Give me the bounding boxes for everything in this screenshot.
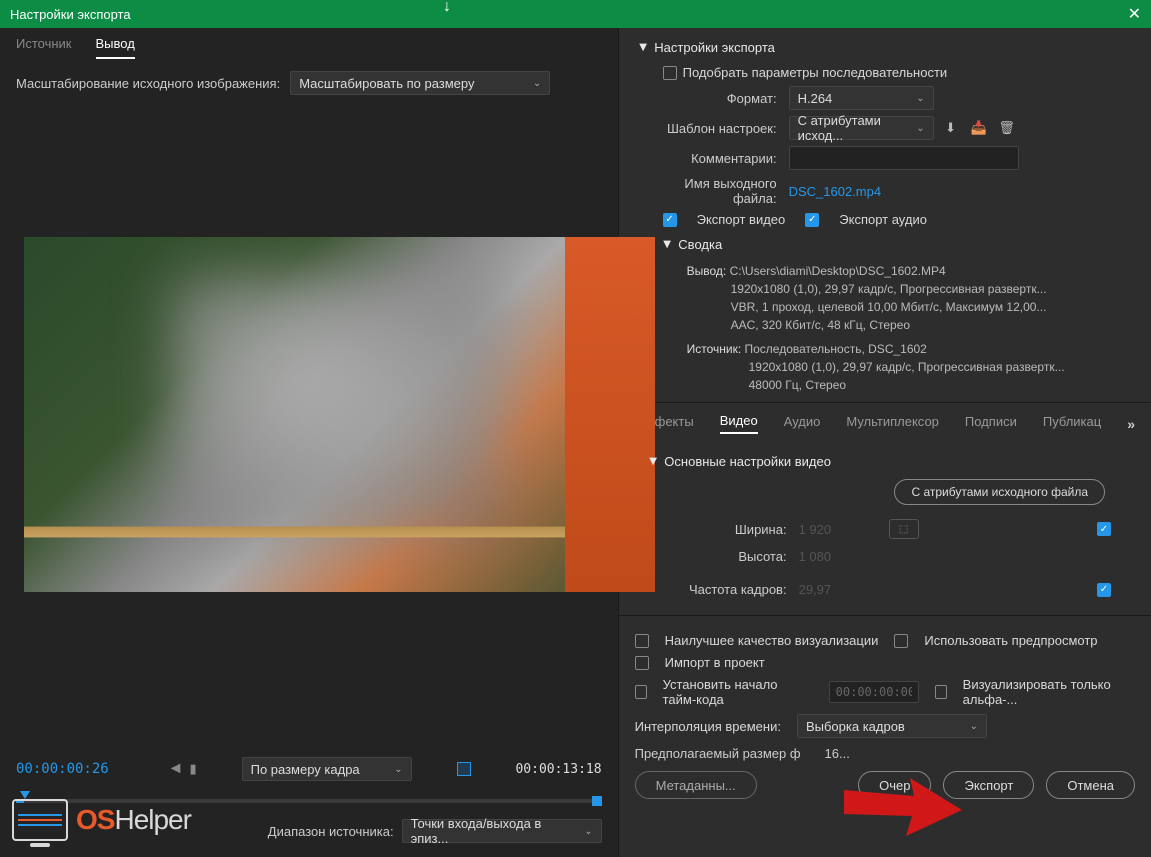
format-dropdown[interactable]: H.264⌄	[789, 86, 934, 110]
tab-source[interactable]: Источник	[16, 36, 72, 59]
playhead-icon[interactable]	[20, 791, 30, 799]
preview-tabs: Источник Вывод	[0, 28, 618, 59]
scale-dropdown[interactable]: Масштабировать по размеру⌄	[290, 71, 550, 95]
triangle-left-icon[interactable]: ◄	[168, 760, 184, 778]
import-preset-icon[interactable]: 📥	[968, 117, 990, 139]
scale-label: Масштабирование исходного изображения:	[16, 76, 280, 91]
summary-header[interactable]: ▶Сводка	[663, 237, 1135, 252]
timecode-input[interactable]	[829, 681, 919, 703]
queue-button[interactable]: Очер	[858, 771, 931, 799]
preview-area	[0, 107, 618, 745]
chevron-down-icon: ⌄	[584, 826, 592, 837]
preview-pane: Источник Вывод Масштабирование исходного…	[0, 28, 619, 857]
link-dimensions-icon[interactable]: ⬚	[889, 519, 919, 539]
range-dropdown[interactable]: Точки входа/выхода в эпиз...⌄	[402, 819, 602, 843]
subtab-publish[interactable]: Публикац	[1043, 414, 1101, 433]
output-name-link[interactable]: DSC_1602.mp4	[789, 184, 882, 199]
fit-dropdown[interactable]: По размеру кадра⌄	[242, 757, 412, 781]
preview-image	[24, 237, 655, 592]
width-value[interactable]: 1 920	[799, 522, 849, 537]
export-video-checkbox[interactable]: ✓	[663, 213, 677, 227]
out-point-icon[interactable]	[592, 796, 602, 806]
set-timecode-checkbox[interactable]	[635, 685, 647, 699]
match-sequence-checkbox[interactable]	[663, 66, 677, 80]
use-preview-checkbox[interactable]	[894, 634, 908, 648]
range-label: Диапазон источника:	[268, 824, 394, 839]
tab-output[interactable]: Вывод	[96, 36, 135, 59]
settings-subtabs: Эффекты Видео Аудио Мультиплексор Подпис…	[619, 402, 1151, 444]
current-time[interactable]: 00:00:00:26	[16, 761, 109, 777]
chevron-down-icon: ⌄	[394, 764, 402, 775]
fps-value[interactable]: 29,97	[799, 582, 849, 597]
step-icon[interactable]: ▮	[190, 761, 197, 777]
alpha-only-checkbox[interactable]	[935, 685, 947, 699]
export-settings-header[interactable]: ▶Настройки экспорта	[639, 40, 1135, 55]
title-bar: Настройки экспорта ↓ ✕	[0, 0, 1151, 28]
save-preset-icon[interactable]: ⬇	[940, 117, 962, 139]
export-audio-checkbox[interactable]: ✓	[805, 213, 819, 227]
delete-preset-icon[interactable]: 🗑	[996, 117, 1018, 139]
cancel-button[interactable]: Отмена	[1046, 771, 1135, 799]
subtab-audio[interactable]: Аудио	[784, 414, 821, 433]
subtab-captions[interactable]: Подписи	[965, 414, 1017, 433]
basic-video-header[interactable]: ▶Основные настройки видео	[649, 454, 1131, 469]
interpolation-dropdown[interactable]: Выборка кадров⌄	[797, 714, 987, 738]
download-arrow-icon: ↓	[443, 0, 451, 16]
watermark-logo: OSHelper	[12, 799, 191, 841]
export-button[interactable]: Экспорт	[943, 771, 1034, 799]
monitor-icon	[12, 799, 68, 841]
more-tabs-icon[interactable]: »	[1127, 416, 1135, 432]
height-value[interactable]: 1 080	[799, 549, 849, 564]
subtab-mux[interactable]: Мультиплексор	[846, 414, 939, 433]
window-title: Настройки экспорта	[10, 7, 131, 22]
preset-dropdown[interactable]: С атрибутами исход...⌄	[789, 116, 934, 140]
metadata-button[interactable]: Метаданны...	[635, 771, 757, 799]
import-project-checkbox[interactable]	[635, 656, 649, 670]
best-quality-checkbox[interactable]	[635, 634, 649, 648]
close-icon[interactable]: ✕	[1128, 4, 1141, 24]
fps-lock-checkbox[interactable]: ✓	[1097, 583, 1111, 597]
width-lock-checkbox[interactable]: ✓	[1097, 522, 1111, 536]
chevron-down-icon: ⌄	[533, 78, 541, 89]
subtab-video[interactable]: Видео	[720, 413, 758, 434]
total-time: 00:00:13:18	[515, 762, 601, 777]
match-source-button[interactable]: С атрибутами исходного файла	[894, 479, 1105, 505]
comments-input[interactable]	[789, 146, 1019, 170]
aspect-icon[interactable]	[457, 762, 471, 776]
